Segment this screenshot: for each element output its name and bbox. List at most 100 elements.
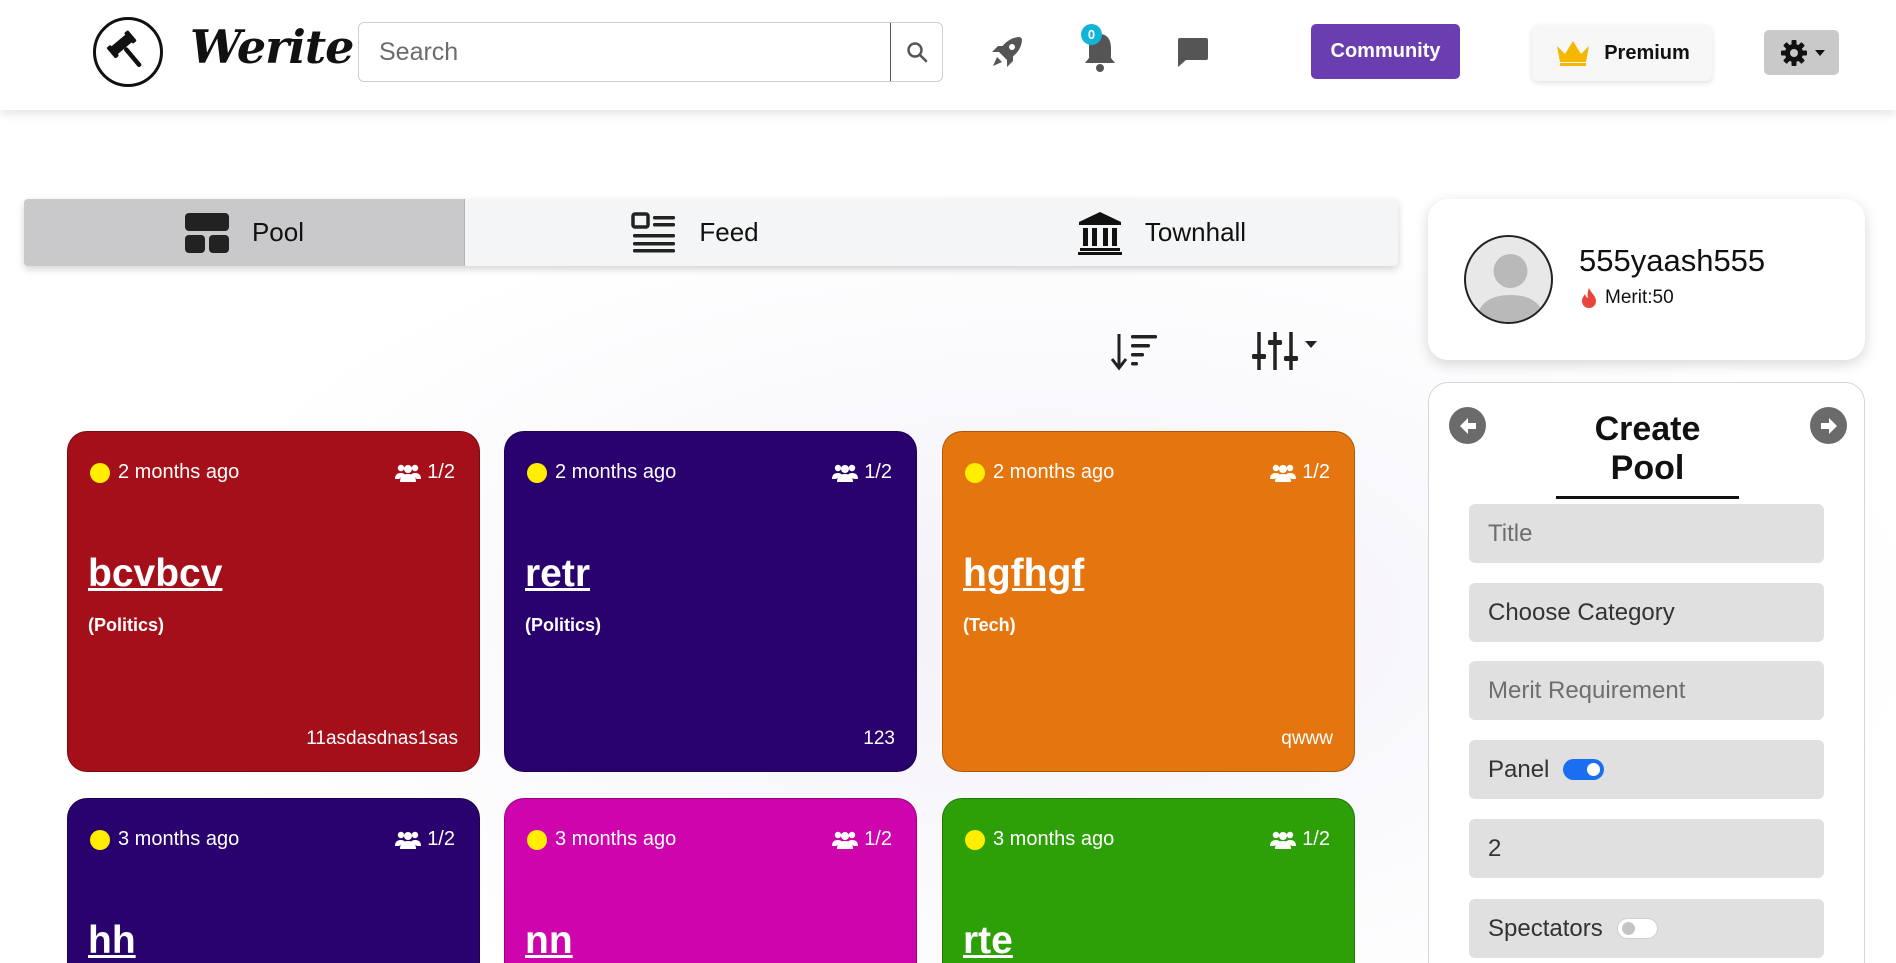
merit-requirement-input[interactable]: Merit Requirement: [1469, 661, 1824, 720]
app-logo-text[interactable]: Werite: [190, 20, 354, 74]
pool-category: (Politics): [88, 615, 165, 635]
caret-down-icon: [1305, 340, 1317, 348]
pool-card[interactable]: 3 months ago 1/2 hh: [67, 798, 480, 963]
filter-sliders-dropdown[interactable]: [1248, 329, 1320, 373]
pool-time: 3 months ago: [965, 828, 1114, 851]
search-input[interactable]: [359, 23, 890, 81]
grid-icon: [184, 212, 229, 253]
view-tabs: Pool Feed Townhall: [24, 199, 1398, 266]
status-dot-icon: [90, 462, 110, 483]
settings-dropdown-button[interactable]: [1764, 30, 1839, 75]
search-button[interactable]: [890, 23, 942, 81]
chat-icon[interactable]: [1172, 33, 1212, 71]
pool-members-text: 1/2: [427, 461, 455, 483]
pool-time-text: 2 months ago: [555, 461, 677, 483]
premium-label: Premium: [1604, 41, 1690, 64]
gear-icon: [1780, 39, 1807, 66]
pool-title-link[interactable]: hgfhgf: [963, 552, 1084, 596]
pool-members-text: 1/2: [1302, 828, 1330, 850]
pool-title-link[interactable]: retr: [525, 552, 590, 596]
panel-toggle[interactable]: [1563, 759, 1605, 780]
merit-text: Merit:50: [1605, 287, 1674, 308]
category-select[interactable]: Choose Category: [1469, 583, 1824, 642]
gavel-logo-icon[interactable]: [93, 17, 163, 87]
pool-author[interactable]: 123: [863, 728, 895, 750]
avatar[interactable]: [1464, 235, 1553, 324]
townhall-building-icon: [1077, 211, 1122, 255]
pool-members: 1/2: [832, 828, 892, 851]
arrow-right-icon: [1820, 417, 1837, 434]
pool-members-text: 1/2: [427, 828, 455, 850]
pool-members-text: 1/2: [1302, 461, 1330, 483]
pool-time-text: 2 months ago: [118, 461, 240, 483]
pool-time-text: 3 months ago: [993, 828, 1115, 850]
arrow-left-icon: [1459, 417, 1476, 434]
sliders-icon: [1252, 332, 1298, 370]
pool-author[interactable]: 11asdasdnas1sas: [306, 728, 458, 750]
caret-down-icon: [1814, 49, 1825, 56]
users-icon: [395, 464, 422, 482]
status-dot-icon: [90, 829, 110, 850]
pool-time: 2 months ago: [90, 461, 239, 484]
pool-card[interactable]: 3 months ago 1/2 rte: [942, 798, 1355, 963]
users-icon: [1270, 831, 1297, 849]
pool-category: (Politics): [525, 615, 602, 635]
pool-card[interactable]: 3 months ago 1/2 nn: [504, 798, 917, 963]
pool-card[interactable]: 2 months ago 1/2 retr (Politics) 123: [504, 431, 917, 772]
previous-button[interactable]: [1449, 407, 1486, 444]
tab-pool-label: Pool: [251, 217, 305, 247]
pool-members: 1/2: [395, 828, 455, 851]
users-icon: [395, 831, 422, 849]
pool-time-text: 3 months ago: [118, 828, 240, 850]
status-dot-icon: [965, 829, 985, 850]
pool-members: 1/2: [1270, 461, 1330, 484]
status-dot-icon: [965, 462, 985, 483]
pool-card[interactable]: 2 months ago 1/2 bcvbcv (Politics) 11asd…: [67, 431, 480, 772]
tab-townhall[interactable]: Townhall: [925, 199, 1398, 266]
flame-icon: [1582, 288, 1596, 308]
pool-time-text: 3 months ago: [555, 828, 677, 850]
pool-title-link[interactable]: rte: [963, 919, 1013, 963]
pool-time-text: 2 months ago: [993, 461, 1115, 483]
tab-feed[interactable]: Feed: [465, 199, 925, 266]
pool-card[interactable]: 2 months ago 1/2 hgfhgf (Tech) qwww: [942, 431, 1355, 772]
profile-card: 555yaash555 Merit:50: [1428, 199, 1865, 360]
create-pool-heading: Create Pool: [1556, 410, 1739, 499]
title-input[interactable]: Title: [1469, 504, 1824, 563]
profile-username[interactable]: 555yaash555: [1579, 243, 1765, 279]
community-button[interactable]: Community: [1311, 24, 1460, 79]
pool-members: 1/2: [395, 461, 455, 484]
sort-icon[interactable]: [1110, 331, 1162, 371]
panel-label: Panel: [1488, 755, 1550, 783]
status-dot-icon: [527, 829, 547, 850]
premium-button[interactable]: Premium: [1532, 25, 1712, 81]
pool-title-link[interactable]: bcvbcv: [88, 552, 222, 596]
crown-icon: [1557, 41, 1590, 66]
spectators-toggle[interactable]: [1616, 918, 1658, 939]
search-bar: [358, 22, 943, 82]
next-button[interactable]: [1810, 407, 1847, 444]
users-icon: [832, 464, 859, 482]
pool-time: 3 months ago: [90, 828, 239, 851]
merit-score: Merit:50: [1579, 287, 1674, 309]
tab-feed-label: Feed: [699, 217, 759, 247]
pool-members: 1/2: [832, 461, 892, 484]
notification-count-badge: 0: [1081, 24, 1102, 45]
top-navbar: Werite 0 Community: [0, 0, 1896, 110]
pool-time: 3 months ago: [527, 828, 676, 851]
feed-list-icon: [631, 211, 676, 252]
create-pool-panel: Create Pool Title Choose Category Merit …: [1428, 382, 1865, 963]
pool-title-link[interactable]: nn: [525, 919, 573, 963]
pool-author[interactable]: qwww: [1281, 728, 1333, 750]
pool-title-link[interactable]: hh: [88, 919, 136, 963]
pool-category: (Tech): [963, 615, 1016, 635]
rocket-icon[interactable]: [987, 30, 1027, 74]
pool-members-text: 1/2: [864, 461, 892, 483]
users-icon: [832, 831, 859, 849]
spectators-toggle-row: Spectators: [1469, 899, 1824, 958]
search-icon: [906, 42, 927, 63]
panel-toggle-row: Panel: [1469, 740, 1824, 799]
tab-pool[interactable]: Pool: [24, 199, 465, 266]
capacity-input[interactable]: 2: [1469, 819, 1824, 878]
pool-members: 1/2: [1270, 828, 1330, 851]
